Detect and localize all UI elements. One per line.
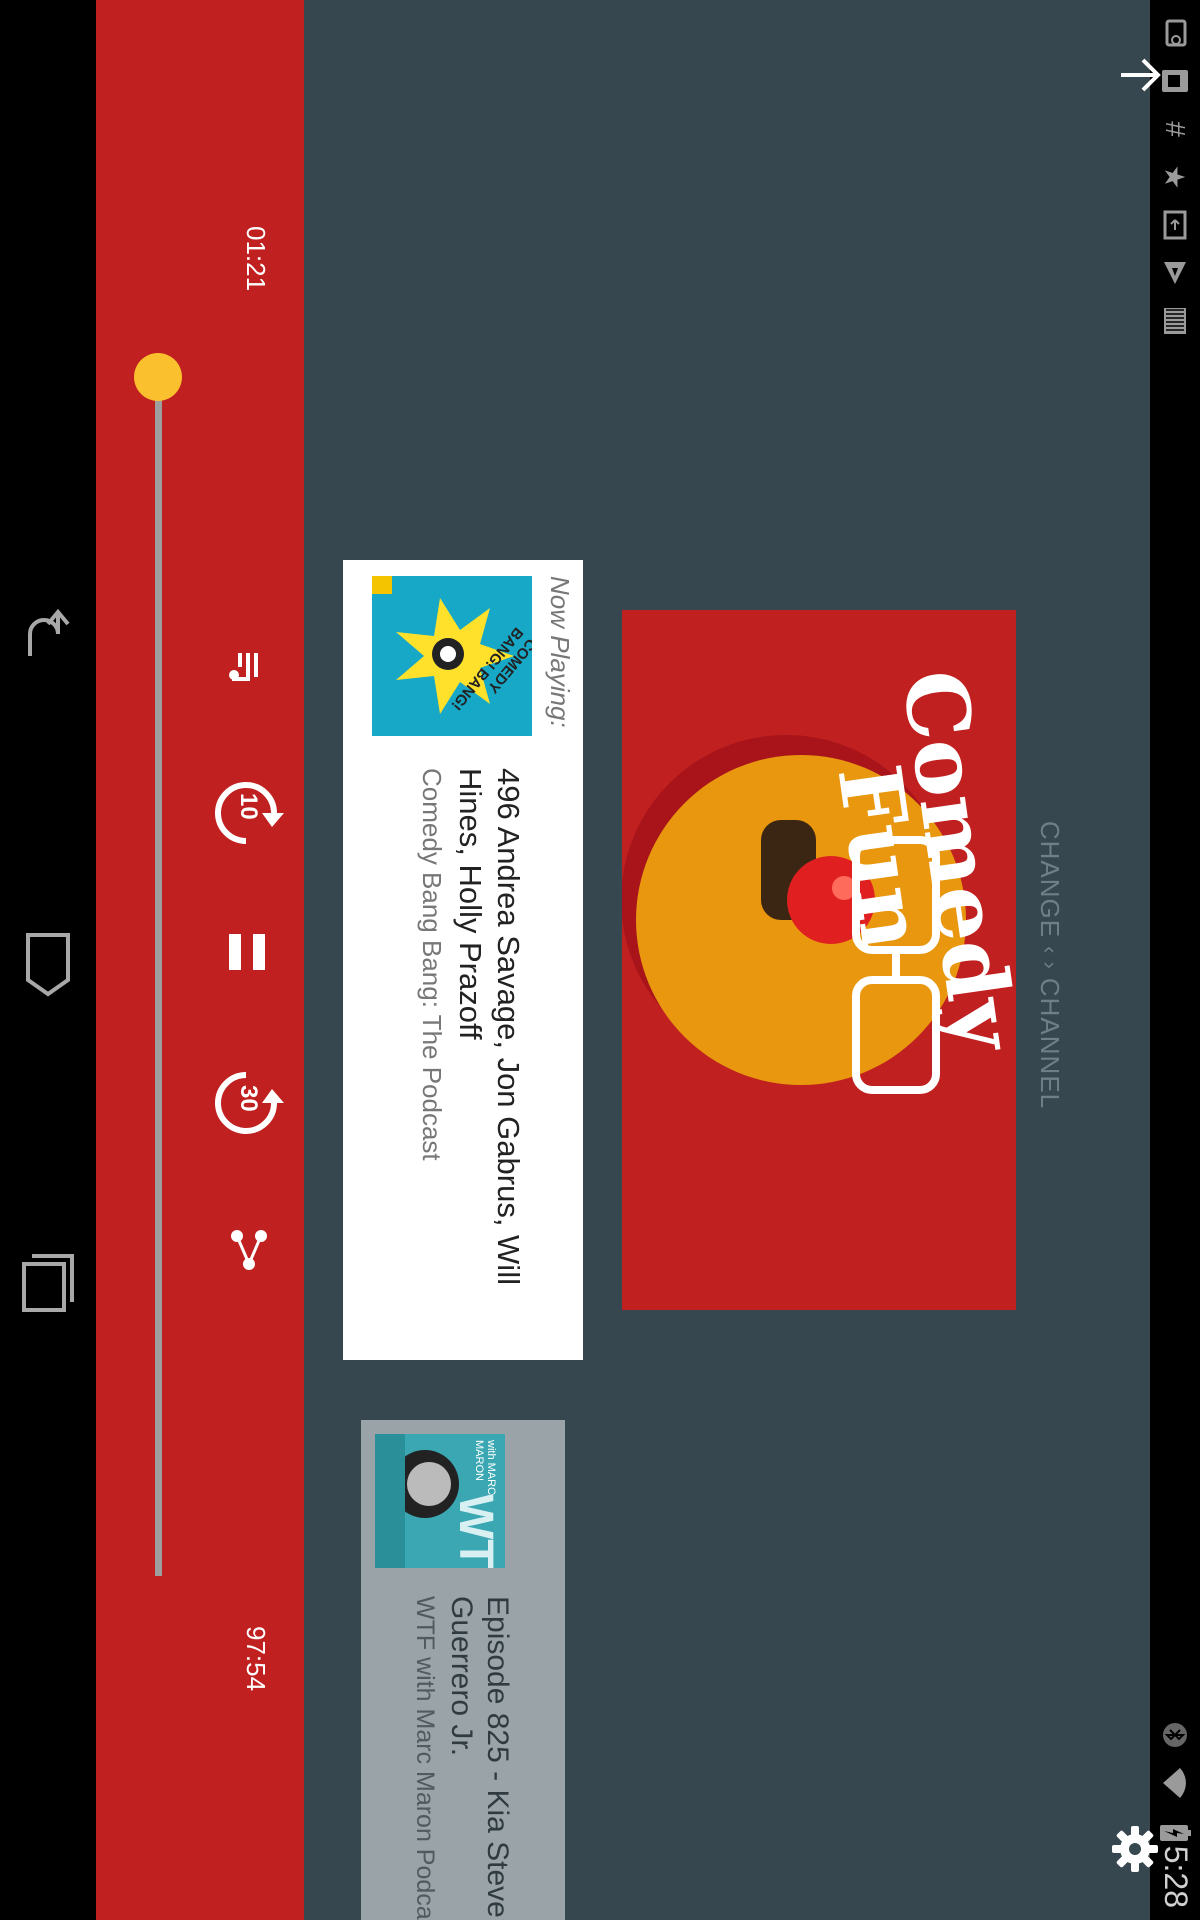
total-time: 97:54 (241, 1626, 271, 1692)
chevrons-icon: ‹ › (1038, 946, 1063, 970)
forward-button[interactable]: 30 (206, 1063, 286, 1143)
pause-button[interactable] (217, 922, 277, 982)
clock: 5:28 (1158, 1845, 1194, 1908)
screen: # ★ 5:28 CHANGE ‹ › CHANNEL Comedy Fun N… (0, 0, 1200, 1920)
next-episode-podcast: WTF with Marc Maron Podcast (411, 1596, 439, 1920)
cast-icon (1158, 16, 1192, 50)
now-playing-label: Now Playing: (545, 576, 575, 728)
forward-label: 30 (235, 1085, 262, 1112)
back-icon (28, 608, 70, 656)
home-icon (26, 933, 70, 997)
up-arrow-icon[interactable] (1115, 50, 1165, 100)
recents-icon (22, 1254, 74, 1312)
next-thumb-sub: with MARC MARON (473, 1440, 497, 1496)
star-icon: ★ (1159, 164, 1191, 190)
next-thumb-text: WTF (449, 1494, 502, 1568)
next-episode-card[interactable]: WTF with MARC MARON Episode 825 - Kia St… (361, 1420, 565, 1920)
current-time: 01:21 (241, 226, 271, 292)
next-episode-title: Episode 825 - Kia Stevens Guerrero Jr. (445, 1596, 514, 1920)
channel-label: CHANNEL (1035, 977, 1066, 1110)
barcode-icon (1158, 304, 1192, 338)
rewind-button[interactable]: 10 (206, 773, 286, 853)
home-button[interactable] (18, 930, 78, 997)
now-playing-title: 496 Andrea Savage, Jon Gabrus, Will Hine… (453, 768, 526, 1285)
hash-icon: # (1160, 121, 1191, 137)
share-button[interactable] (221, 1222, 277, 1278)
rewind-label: 10 (235, 793, 262, 820)
screen-icon (1158, 208, 1192, 242)
queue-icon (229, 653, 258, 681)
pause-icon (229, 934, 265, 970)
art-title-2: Fun (817, 758, 944, 956)
play-store-icon (1158, 256, 1192, 290)
now-playing-card[interactable]: Now Playing: COMEDY BANG! BANG! 496 Andr… (343, 560, 583, 1360)
wifi-icon (1158, 1766, 1192, 1800)
status-bar: # ★ 5:28 (1150, 0, 1200, 1920)
progress-thumb[interactable] (134, 353, 182, 402)
now-playing-podcast: Comedy Bang Bang: The Podcast (417, 768, 447, 1161)
progress-track[interactable] (155, 360, 162, 1576)
queue-button[interactable] (218, 637, 278, 697)
player-panel: 01:21 97:54 10 30 (96, 0, 304, 1920)
change-label: CHANGE (1035, 820, 1066, 939)
recents-button[interactable] (18, 1250, 78, 1312)
settings-gear-icon[interactable] (1108, 1822, 1162, 1876)
back-button[interactable] (18, 604, 78, 664)
navigation-bar (0, 0, 96, 1920)
share-icon (231, 1230, 267, 1270)
change-channel-button[interactable]: CHANGE ‹ › CHANNEL (1030, 815, 1070, 1115)
next-episode-thumbnail: WTF with MARC MARON (375, 1434, 505, 1568)
now-playing-thumbnail: COMEDY BANG! BANG! (372, 576, 532, 736)
bluetooth-icon (1158, 1718, 1192, 1752)
rotated-view: # ★ 5:28 CHANGE ‹ › CHANNEL Comedy Fun N… (0, 0, 1200, 1920)
channel-art: Comedy Fun (622, 610, 1016, 1310)
